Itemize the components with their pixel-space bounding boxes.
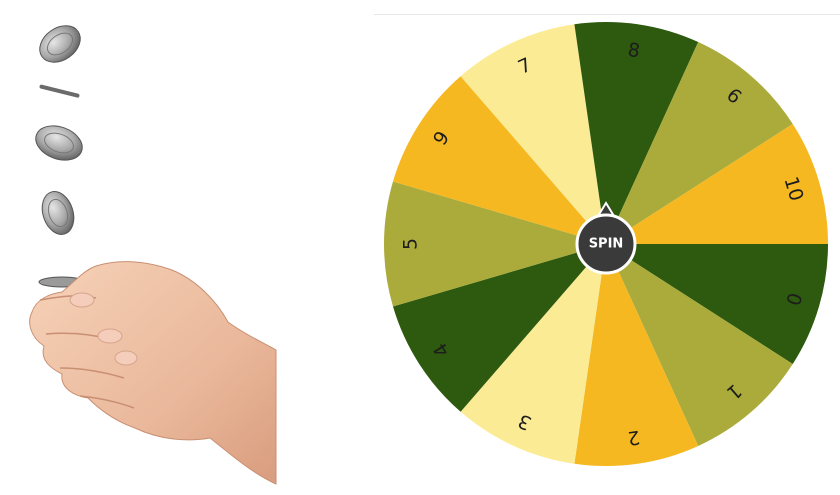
coin-icon [39, 84, 80, 98]
coin-icon [39, 25, 81, 63]
wheel-slice-label: 5 [400, 238, 422, 250]
hand-icon [29, 261, 277, 485]
coin-flip-illustration [0, 0, 300, 490]
coin-icon [35, 125, 83, 161]
coin-icon [41, 191, 75, 235]
wheel-graphic[interactable]: 012345978610 SPIN [370, 10, 840, 480]
coin-flip-image [29, 25, 277, 485]
spin-wheel[interactable]: 0 1 2 3 4 5 9 7 8 6 10 SPIN [370, 10, 840, 480]
spin-button-label: SPIN [589, 237, 624, 252]
